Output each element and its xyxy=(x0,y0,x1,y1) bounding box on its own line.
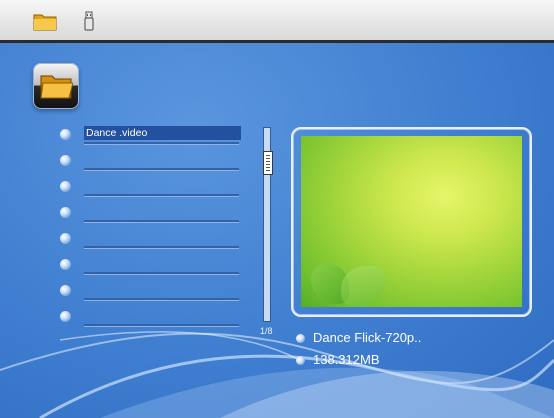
page-indicator: 1/8 xyxy=(260,326,273,336)
list-item-label xyxy=(84,256,241,270)
list-item[interactable] xyxy=(58,203,240,223)
usb-icon[interactable] xyxy=(84,11,94,31)
list-item-label: Dance .video xyxy=(84,126,241,140)
row-divider xyxy=(84,168,239,171)
list-item[interactable] xyxy=(58,255,240,275)
bullet-icon xyxy=(60,259,71,270)
bullet-icon xyxy=(60,207,71,218)
bullet-icon xyxy=(60,181,71,192)
row-divider xyxy=(84,246,239,249)
scrollbar-thumb[interactable] xyxy=(263,151,273,175)
row-divider xyxy=(84,272,239,275)
list-item-label xyxy=(84,152,241,166)
list-item[interactable] xyxy=(58,177,240,197)
media-browser-screen: Dance .video 1/8 Dance Flick-720p.. 138.… xyxy=(0,0,554,418)
list-item[interactable] xyxy=(58,281,240,301)
file-size: 138.312MB xyxy=(313,352,380,367)
row-divider xyxy=(84,194,239,197)
list-item-label xyxy=(84,178,241,192)
list-item-label xyxy=(84,282,241,296)
bullet-icon xyxy=(296,334,305,343)
row-divider xyxy=(84,298,239,301)
current-folder-tile[interactable] xyxy=(33,63,79,109)
folder-icon[interactable] xyxy=(33,11,57,31)
list-item-label xyxy=(84,308,241,322)
open-folder-icon xyxy=(40,75,73,99)
bullet-icon xyxy=(60,155,71,166)
bullet-icon xyxy=(60,233,71,244)
list-item-label xyxy=(84,204,241,218)
row-divider xyxy=(84,142,239,145)
bullet-icon xyxy=(60,285,71,296)
list-item[interactable] xyxy=(58,307,240,327)
list-item-label xyxy=(84,230,241,244)
thumbnail-leaf-shape xyxy=(341,266,385,307)
row-divider xyxy=(84,220,239,223)
video-thumbnail-preview xyxy=(301,136,522,307)
bullet-icon xyxy=(60,129,71,140)
row-divider xyxy=(84,324,239,327)
top-bar xyxy=(0,0,554,43)
list-item[interactable] xyxy=(58,229,240,249)
list-item[interactable] xyxy=(58,151,240,171)
list-item[interactable]: Dance .video xyxy=(58,125,241,145)
bullet-icon xyxy=(296,356,305,365)
file-title: Dance Flick-720p.. xyxy=(313,330,422,345)
bullet-icon xyxy=(60,311,71,322)
